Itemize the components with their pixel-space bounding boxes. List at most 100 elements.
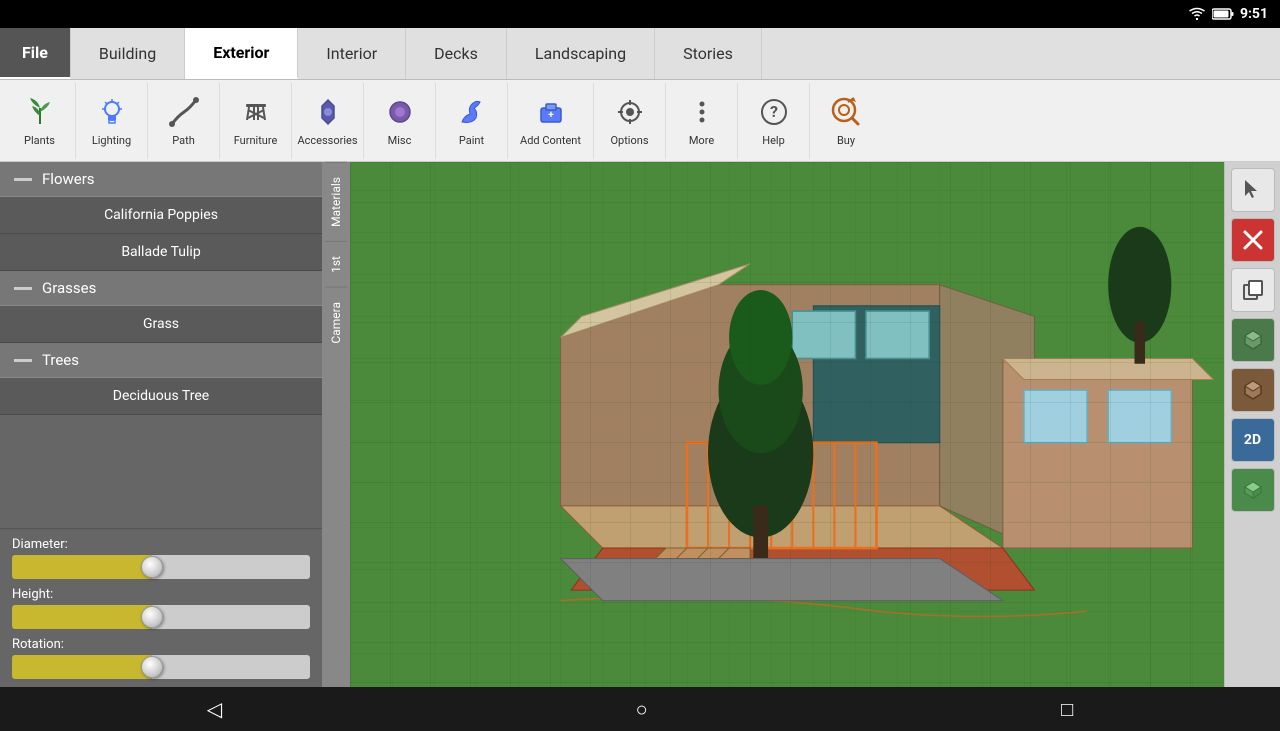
lighting-label: Lighting (92, 134, 131, 147)
tool-buy[interactable]: Buy (810, 83, 882, 159)
copy-button[interactable] (1231, 268, 1275, 312)
camera-tab[interactable]: Camera (325, 287, 347, 358)
diameter-slider[interactable] (12, 555, 310, 579)
cursor-icon (1241, 178, 1265, 202)
toolbar: Plants Lighting Path (0, 80, 1280, 162)
material-icon (1241, 328, 1265, 352)
more-icon (684, 94, 720, 130)
tool-misc[interactable]: Misc (364, 83, 436, 159)
tab-interior[interactable]: Interior (298, 28, 406, 79)
accessories-icon (310, 94, 346, 130)
item-grass[interactable]: Grass (0, 306, 322, 343)
delete-button[interactable] (1231, 218, 1275, 262)
svg-text:+: + (548, 110, 554, 121)
tab-bar: File Building Exterior Interior Decks La… (0, 28, 1280, 80)
tool-more[interactable]: More (666, 83, 738, 159)
tool-help[interactable]: ? Help (738, 83, 810, 159)
android-nav-bar: ◁ ○ □ (0, 687, 1280, 731)
left-panel: Flowers California Poppies Ballade Tulip… (0, 162, 322, 695)
3d-view-button[interactable] (1231, 468, 1275, 512)
status-icons: 9:51 (1188, 6, 1268, 22)
side-tabs: Materials 1st Camera (322, 162, 350, 695)
path-label: Path (172, 134, 195, 147)
right-panel: 2D (1224, 162, 1280, 695)
recent-button[interactable]: □ (1041, 689, 1093, 730)
materials-tab[interactable]: Materials (325, 162, 347, 241)
tool-furniture[interactable]: Furniture (220, 83, 292, 159)
paint-label: Paint (459, 134, 484, 147)
2d-label: 2D (1244, 432, 1261, 448)
plants-label: Plants (24, 134, 55, 147)
wifi-icon (1188, 7, 1206, 21)
help-icon: ? (756, 94, 792, 130)
rotation-label: Rotation: (12, 637, 310, 652)
tool-plants[interactable]: Plants (4, 83, 76, 159)
first-tab[interactable]: 1st (325, 241, 347, 287)
category-grasses-header[interactable]: Grasses (0, 271, 322, 306)
options-label: Options (610, 134, 648, 147)
add-content-label: Add Content (520, 134, 581, 147)
tab-file[interactable]: File (0, 28, 71, 79)
texture-button[interactable] (1231, 368, 1275, 412)
item-ballade-tulip[interactable]: Ballade Tulip (0, 234, 322, 271)
misc-label: Misc (388, 134, 412, 147)
tool-options[interactable]: Options (594, 83, 666, 159)
back-button[interactable]: ◁ (187, 689, 242, 729)
furniture-label: Furniture (234, 134, 278, 147)
tab-stories[interactable]: Stories (655, 28, 762, 79)
rotation-slider[interactable] (12, 655, 310, 679)
collapse-icon (14, 287, 32, 290)
tab-decks[interactable]: Decks (406, 28, 507, 79)
misc-icon (382, 94, 418, 130)
buy-label: Buy (837, 134, 855, 147)
delete-icon (1241, 228, 1265, 252)
texture-icon (1241, 378, 1265, 402)
more-label: More (689, 134, 714, 147)
2d-button[interactable]: 2D (1231, 418, 1275, 462)
home-button[interactable]: ○ (616, 689, 668, 730)
svg-text:?: ? (770, 102, 778, 121)
tool-add-content[interactable]: + Add Content (508, 83, 594, 159)
add-content-icon: + (533, 94, 569, 130)
tab-landscaping[interactable]: Landscaping (507, 28, 655, 79)
main-content: Flowers California Poppies Ballade Tulip… (0, 162, 1280, 695)
copy-icon (1241, 278, 1265, 302)
status-bar: 9:51 (0, 0, 1280, 28)
rotation-thumb[interactable] (141, 656, 163, 678)
height-label: Height: (12, 587, 310, 602)
paint-icon (454, 94, 490, 130)
height-slider[interactable] (12, 605, 310, 629)
3d-view-icon (1241, 478, 1265, 502)
trees-label: Trees (42, 351, 79, 369)
tool-path[interactable]: Path (148, 83, 220, 159)
buy-icon (828, 94, 864, 130)
path-icon (166, 94, 202, 130)
tab-building[interactable]: Building (71, 28, 185, 79)
tool-accessories[interactable]: Accessories (292, 83, 364, 159)
sliders-section: Diameter: Height: Rotation: (0, 528, 322, 695)
material-button[interactable] (1231, 318, 1275, 362)
plants-icon (22, 94, 58, 130)
category-list: Flowers California Poppies Ballade Tulip… (0, 162, 322, 528)
grasses-label: Grasses (42, 279, 96, 297)
collapse-icon (14, 178, 32, 181)
item-deciduous-tree[interactable]: Deciduous Tree (0, 378, 322, 415)
tool-paint[interactable]: Paint (436, 83, 508, 159)
height-thumb[interactable] (141, 606, 163, 628)
diameter-slider-row: Diameter: (12, 537, 310, 579)
help-label: Help (762, 134, 785, 147)
category-flowers-header[interactable]: Flowers (0, 162, 322, 197)
rotation-slider-row: Rotation: (12, 637, 310, 679)
viewport-3d[interactable] (350, 162, 1224, 695)
lighting-icon (94, 94, 130, 130)
diameter-label: Diameter: (12, 537, 310, 552)
battery-icon (1212, 8, 1234, 20)
tool-lighting[interactable]: Lighting (76, 83, 148, 159)
item-california-poppies[interactable]: California Poppies (0, 197, 322, 234)
accessories-label: Accessories (297, 134, 357, 147)
tab-exterior[interactable]: Exterior (185, 28, 298, 79)
cursor-button[interactable] (1231, 168, 1275, 212)
furniture-icon (238, 94, 274, 130)
category-trees-header[interactable]: Trees (0, 343, 322, 378)
diameter-thumb[interactable] (141, 556, 163, 578)
